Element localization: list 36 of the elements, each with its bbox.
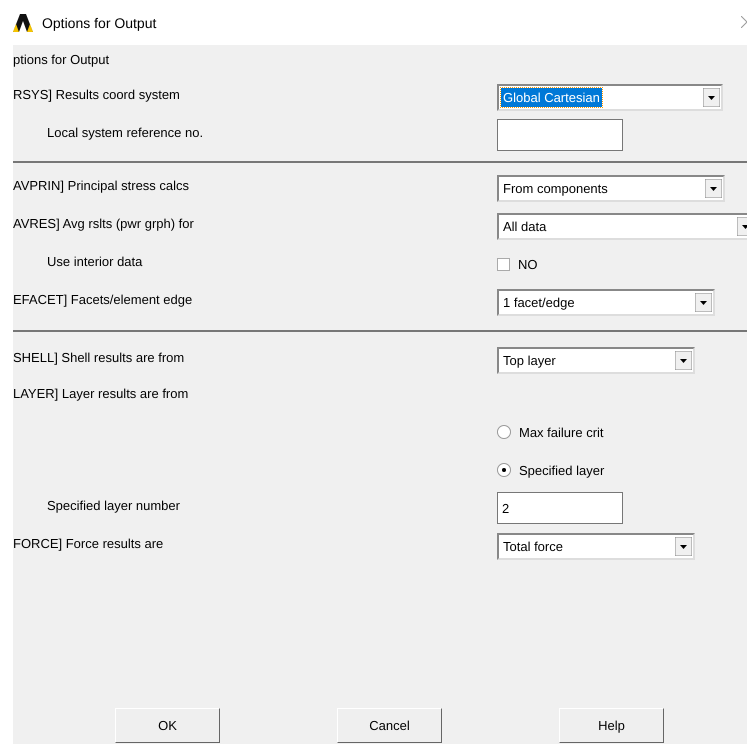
field-label: RSYS] Results coord system: [13, 86, 180, 102]
field-label: FORCE] Force results are: [13, 536, 164, 550]
field-label: Specified layer number: [47, 498, 180, 512]
dropdown-arrow-icon[interactable]: [675, 350, 692, 370]
input-field[interactable]: [497, 119, 623, 151]
dropdown[interactable]: From components: [497, 174, 725, 202]
dropdown[interactable]: Top layer: [497, 346, 695, 374]
radio-label: Specified layer: [519, 462, 604, 478]
field-label: Use interior data: [47, 254, 142, 268]
field-label: AVPRIN] Principal stress calcs: [13, 178, 190, 192]
dropdown[interactable]: Total force: [497, 532, 695, 560]
field-label: AVRES] Avg rslts (pwr grph) for: [13, 216, 194, 230]
dropdown-arrow-icon[interactable]: [705, 178, 722, 198]
radio-button[interactable]: [497, 425, 511, 439]
radio-button[interactable]: [497, 463, 511, 477]
dropdown[interactable]: 1 facet/edge: [497, 288, 715, 316]
dialog-button[interactable]: Cancel: [337, 708, 442, 743]
dropdown[interactable]: Global Cartesian: [497, 84, 723, 110]
input-field[interactable]: 2: [497, 492, 623, 524]
dropdown-arrow-icon[interactable]: [675, 536, 692, 556]
field-label: Local system reference no.: [47, 124, 204, 140]
app-logo-icon: [13, 14, 33, 32]
checkbox[interactable]: [497, 258, 510, 270]
radio-label: Max failure crit: [519, 424, 604, 440]
dropdown-arrow-icon[interactable]: [703, 88, 720, 106]
dialog-button[interactable]: Help: [559, 708, 664, 743]
field-label: ptions for Output: [13, 52, 110, 66]
field-label: SHELL] Shell results are from: [13, 350, 184, 364]
field-label: LAYER] Layer results are from: [13, 386, 188, 400]
close-icon[interactable]: [741, 16, 747, 28]
checkbox-label: NO: [518, 256, 538, 272]
dialog-button[interactable]: OK: [115, 708, 220, 743]
dropdown-arrow-icon[interactable]: [695, 292, 712, 312]
field-label: EFACET] Facets/element edge: [13, 292, 192, 306]
window-title: Options for Output: [42, 14, 156, 30]
dropdown[interactable]: All data: [497, 212, 747, 240]
